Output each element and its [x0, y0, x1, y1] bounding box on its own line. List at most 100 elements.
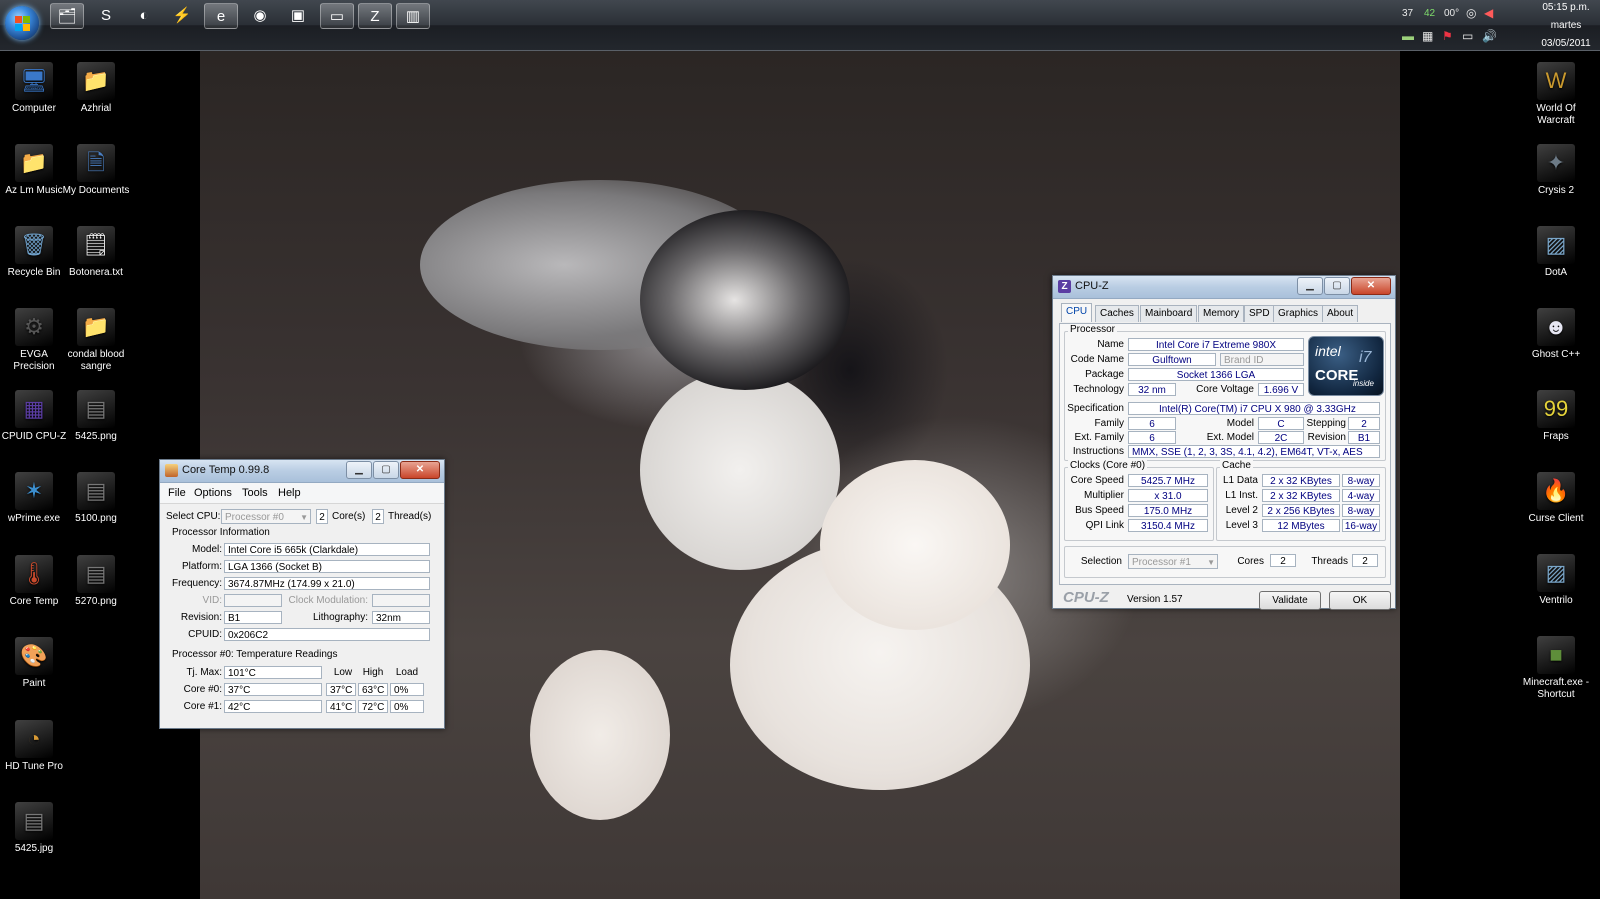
- taskbar-firefox-icon[interactable]: ◉: [244, 3, 276, 27]
- desktop-icon[interactable]: 📁 condal blood sangre: [62, 308, 130, 373]
- desktop-icon[interactable]: ▨ DotA: [1522, 226, 1590, 279]
- taskbar-display-icon[interactable]: ▭: [320, 3, 354, 29]
- tab-cpu[interactable]: CPU: [1061, 303, 1093, 322]
- desktop-icon-label: Paint: [22, 678, 46, 689]
- col-low-header: Low: [333, 667, 353, 678]
- desktop-icon[interactable]: 🗒 Botonera.txt: [62, 226, 130, 279]
- maximize-button[interactable]: ▢: [373, 461, 399, 479]
- taskbar-cpuz-icon[interactable]: Z: [358, 3, 392, 29]
- minimize-button[interactable]: ▁: [346, 461, 372, 479]
- bus-speed-label: Bus Speed: [1075, 505, 1124, 516]
- desktop-icon[interactable]: ⚙ EVGA Precision: [0, 308, 68, 373]
- taskbar-skype-icon[interactable]: S: [90, 3, 122, 27]
- model-label: Model:: [191, 544, 222, 555]
- cpuz-app-icon: Z: [1058, 280, 1071, 293]
- family-label: Family: [1094, 418, 1124, 429]
- core1-high: 72°C: [358, 700, 388, 713]
- clock-date[interactable]: 03/05/2011: [1536, 38, 1596, 49]
- fraps-icon: 99: [1537, 390, 1575, 428]
- qpi-link-value: 3150.4 MHz: [1128, 519, 1208, 532]
- tray-keyboard-icon[interactable]: ▦: [1422, 29, 1433, 43]
- threads-value: 2: [1352, 554, 1378, 567]
- desktop-icon[interactable]: ■ Minecraft.exe - Shortcut: [1522, 636, 1590, 701]
- l1-inst-value: 2 x 32 KBytes: [1262, 489, 1340, 502]
- tab-graphics[interactable]: Graphics: [1273, 305, 1324, 322]
- close-button[interactable]: ✕: [1351, 277, 1391, 295]
- desktop-icon-label: Azhrial: [80, 103, 112, 114]
- instructions-label: Instructions: [1072, 446, 1124, 457]
- action-center-flag-icon[interactable]: ⚑: [1442, 29, 1453, 43]
- coretemp-titlebar[interactable]: Core Temp 0.99.8 ▁ ▢ ✕: [160, 460, 444, 483]
- ok-button[interactable]: OK: [1329, 591, 1391, 610]
- cores-count: 2: [316, 509, 328, 524]
- taskbar-explorer-icon[interactable]: 🗂: [50, 3, 84, 29]
- l1-inst-assoc: 4-way: [1342, 489, 1380, 502]
- close-button[interactable]: ✕: [400, 461, 440, 479]
- desktop-icon[interactable]: 🔥 Curse Client: [1522, 472, 1590, 525]
- desktop-icon[interactable]: ▨ Ventrilo: [1522, 554, 1590, 607]
- coretemp-body: Select CPU: Processor #0 ▼ 2 Core(s) 2 T…: [160, 504, 444, 726]
- tab-about[interactable]: About: [1322, 305, 1359, 322]
- desktop-icon[interactable]: ✶ wPrime.exe: [0, 472, 68, 525]
- tab-spd[interactable]: SPD: [1244, 305, 1275, 322]
- desktop-icon[interactable]: 🗎 My Documents: [62, 144, 130, 197]
- taskbar-switcher-icon[interactable]: ▣: [282, 3, 314, 27]
- taskbar-media-icon[interactable]: ◐: [128, 3, 160, 27]
- select-cpu-dropdown[interactable]: Processor #0 ▼: [221, 509, 311, 524]
- desktop-icon[interactable]: ✦ Crysis 2: [1522, 144, 1590, 197]
- desktop-icon[interactable]: ▤ 5100.png: [62, 472, 130, 525]
- taskbar-coretemp-icon[interactable]: ▥: [396, 3, 430, 29]
- cpuz-titlebar[interactable]: Z CPU-Z ▁ ▢ ✕: [1053, 276, 1395, 299]
- technology-label: Technology: [1073, 384, 1124, 395]
- system-tray: 37 42 00° ◎ ◀ ▬ ▦ ⚑ ▭ 🔊 05:15 p.m. marte…: [1390, 0, 1600, 50]
- menu-tools[interactable]: Tools: [242, 487, 268, 499]
- alert-icon[interactable]: ◀: [1484, 6, 1493, 20]
- taskbar-ie-icon[interactable]: e: [204, 3, 238, 29]
- tab-caches[interactable]: Caches: [1095, 305, 1139, 322]
- clock-day[interactable]: martes: [1536, 20, 1596, 31]
- tab-mainboard[interactable]: Mainboard: [1140, 305, 1198, 322]
- desktop-icon[interactable]: ☻ Ghost C++: [1522, 308, 1590, 361]
- volume-icon[interactable]: 🔊: [1482, 29, 1497, 43]
- desktop-icon-label: 5270.png: [75, 596, 117, 607]
- desktop-icon[interactable]: ◔ HD Tune Pro: [0, 720, 68, 773]
- desktop-icon[interactable]: ▦ CPUID CPU-Z: [0, 390, 68, 443]
- tray-app-icon[interactable]: ▬: [1402, 29, 1414, 43]
- desktop-icon-label: condal blood sangre: [67, 349, 125, 372]
- desktop-icon[interactable]: 📁 Az Lm Music: [0, 144, 68, 197]
- processor-info-heading: Processor Information: [172, 527, 270, 538]
- selection-dropdown[interactable]: Processor #1 ▼: [1128, 554, 1218, 569]
- desktop-icon[interactable]: ▤ 5425.png: [62, 390, 130, 443]
- minimize-button[interactable]: ▁: [1297, 277, 1323, 295]
- desktop-icon[interactable]: 🎨 Paint: [0, 637, 68, 690]
- wallpaper-husky-chest: [640, 370, 840, 570]
- desktop-icon[interactable]: ▤ 5425.jpg: [0, 802, 68, 855]
- menu-help[interactable]: Help: [278, 487, 301, 499]
- menu-file[interactable]: File: [168, 487, 186, 499]
- maximize-button[interactable]: ▢: [1324, 277, 1350, 295]
- desktop-icon[interactable]: W World Of Warcraft: [1522, 62, 1590, 127]
- qpi-link-label: QPI Link: [1085, 520, 1124, 531]
- desktop-icon[interactable]: 📁 Azhrial: [62, 62, 130, 115]
- coretemp-app-icon: [165, 464, 178, 477]
- validate-button[interactable]: Validate: [1259, 591, 1321, 610]
- model-value: C: [1258, 417, 1304, 430]
- intel-core-i7-logo: intel i7 CORE inside: [1308, 336, 1384, 396]
- lithography-value: 32nm: [372, 611, 430, 624]
- platform-value: LGA 1366 (Socket B): [224, 560, 430, 573]
- tab-memory[interactable]: Memory: [1198, 305, 1245, 322]
- desktop-icon[interactable]: 🌡 Core Temp: [0, 555, 68, 608]
- network-icon[interactable]: ◎: [1466, 6, 1476, 20]
- desktop-icon[interactable]: 🗑 Recycle Bin: [0, 226, 68, 279]
- threads-label: Threads: [1311, 556, 1348, 567]
- start-button[interactable]: [5, 6, 39, 40]
- cpuz-brand-label: CPU-Z: [1063, 589, 1109, 606]
- clock-time[interactable]: 05:15 p.m.: [1536, 2, 1596, 13]
- ventrilo-icon: ▨: [1537, 554, 1575, 592]
- desktop-icon[interactable]: 🖥 Computer: [0, 62, 68, 115]
- taskbar-winamp-icon[interactable]: ⚡: [166, 3, 198, 27]
- menu-options[interactable]: Options: [194, 487, 232, 499]
- display-icon[interactable]: ▭: [1462, 29, 1473, 43]
- desktop-icon[interactable]: 99 Fraps: [1522, 390, 1590, 443]
- desktop-icon[interactable]: ▤ 5270.png: [62, 555, 130, 608]
